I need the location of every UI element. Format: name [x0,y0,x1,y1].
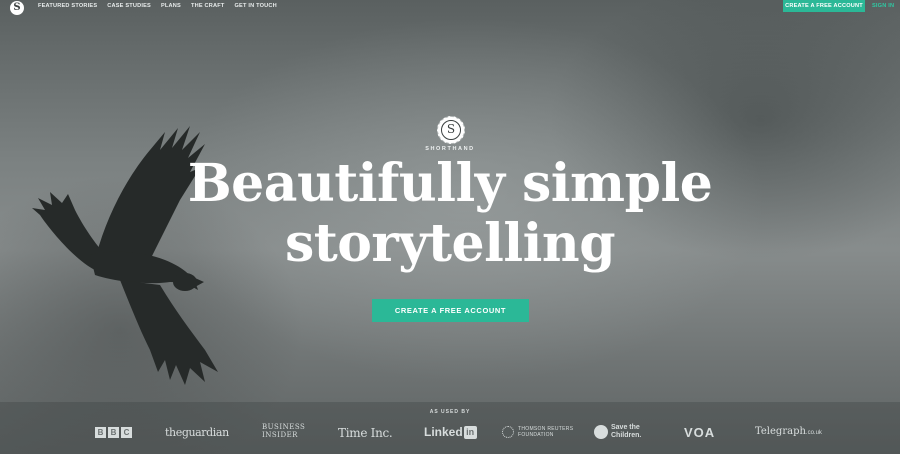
top-nav: S FEATURED STORIES CASE STUDIES PLANS TH… [0,0,900,15]
hero-section: S FEATURED STORIES CASE STUDIES PLANS TH… [0,0,900,454]
nav-plans[interactable]: PLANS [161,3,181,9]
save-the-children-icon [594,425,608,439]
linkedin-word: Linked [424,425,463,439]
telegraph-suffix: .co.uk [805,430,822,436]
time-inc-logo: Time Inc. [338,426,393,440]
thomson-reuters-foundation-logo: THOMSON REUTERS FOUNDATION [502,426,573,438]
business-insider-logo: BUSINESS INSIDER [262,423,305,439]
business-insider-line-2: INSIDER [262,431,298,439]
create-account-hero-button[interactable]: CREATE A FREE ACCOUNT [372,299,529,322]
save-line-1: Save the [611,424,640,431]
telegraph-word: Telegraph [755,426,806,437]
telegraph-logo: Telegraph.co.uk [755,426,822,437]
headline-line-1: Beautifully simple [187,153,713,214]
bbc-letter: B [95,427,106,438]
nav-links: FEATURED STORIES CASE STUDIES PLANS THE … [38,3,277,9]
clients-strip: AS USED BY B B C theguardian BUSINESS IN… [0,402,900,454]
guardian-logo: theguardian [165,426,229,439]
create-account-top-button[interactable]: CREATE A FREE ACCOUNT [783,0,865,12]
shorthand-logo-icon: S [437,116,465,144]
save-line-2: Children. [611,432,642,439]
bbc-letter: C [121,427,132,438]
sign-in-link[interactable]: SIGN IN [872,3,894,9]
hero-headline: Beautifully simple storytelling [150,154,750,274]
nav-featured-stories[interactable]: FEATURED STORIES [38,3,97,9]
logo-wordmark: SHORTHAND [425,146,475,152]
bbc-letter: B [108,427,119,438]
nav-get-in-touch[interactable]: GET IN TOUCH [234,3,276,9]
business-insider-line-1: BUSINESS [262,423,306,431]
thomson-reuters-text: THOMSON REUTERS FOUNDATION [518,426,573,438]
nav-the-craft[interactable]: THE CRAFT [191,3,225,9]
thomson-reuters-dot-icon [502,426,514,438]
voa-logo: VOA [684,425,716,440]
headline-line-2: storytelling [284,213,616,274]
brand-logo-icon[interactable]: S [10,1,24,15]
save-the-children-logo: Save the Children. [594,424,641,440]
thomson-line-2: FOUNDATION [518,432,554,438]
as-used-by-label: AS USED BY [429,409,471,415]
linkedin-logo: Linked in [424,425,477,439]
save-the-children-text: Save the Children. [611,424,641,440]
nav-case-studies[interactable]: CASE STUDIES [107,3,151,9]
linkedin-in-icon: in [463,425,477,439]
bbc-logo: B B C [95,427,132,438]
logo-letter: S [441,120,461,140]
